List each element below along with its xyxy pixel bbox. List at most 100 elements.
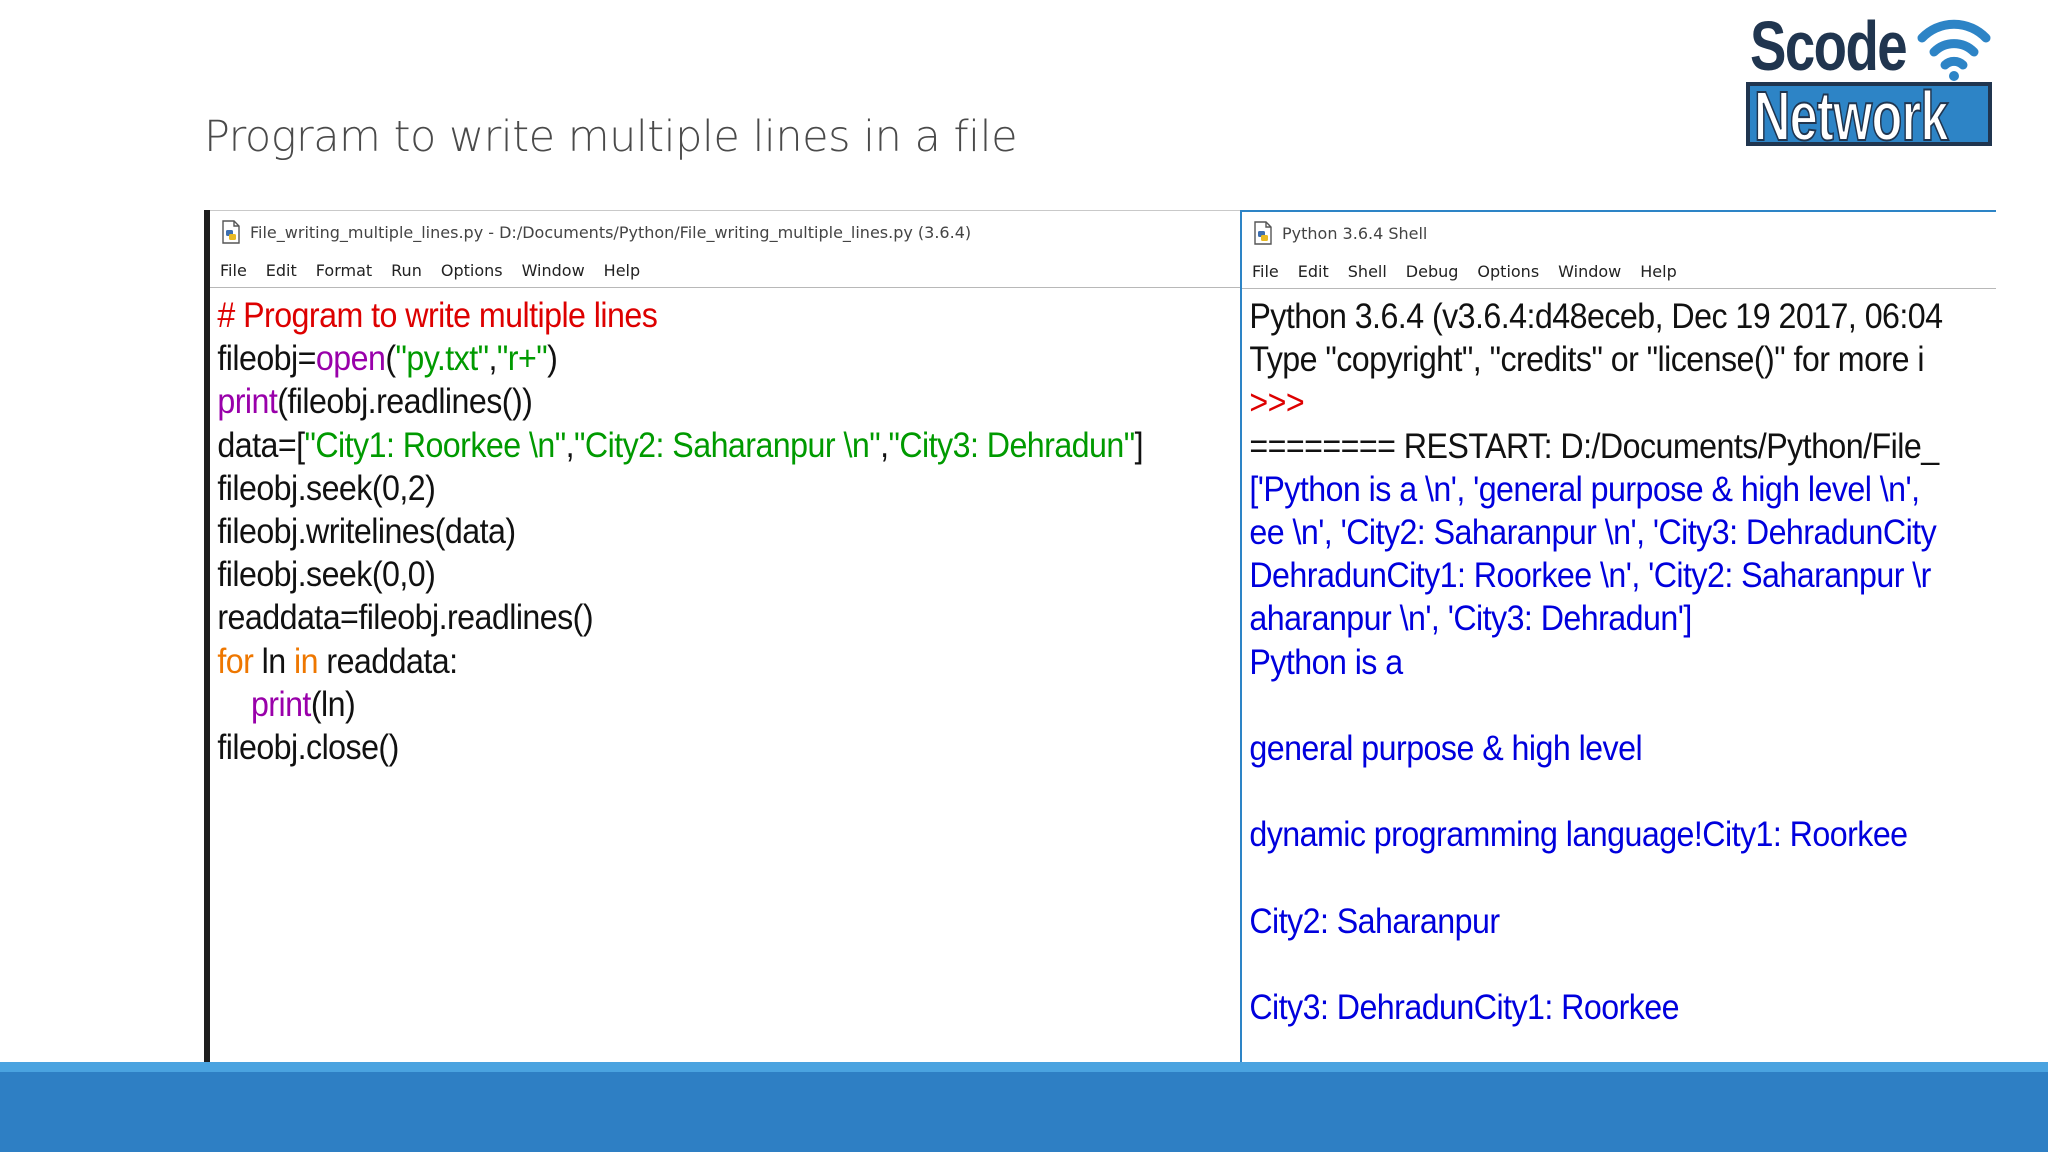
shell-window[interactable]: Python 3.6.4 Shell File Edit Shell Debug Opt…	[1240, 210, 1996, 1062]
shell-line: DehradunCity1: Roorkee \n', 'City2: Saha…	[1249, 554, 1935, 597]
code-line: readdata=fileobj.readlines()	[217, 596, 1159, 639]
code-token: # Program to write multiple lines	[217, 296, 658, 335]
code-token: fileobj=	[217, 339, 316, 379]
shell-line: general purpose & high level	[1249, 727, 1935, 770]
footer-bar	[0, 1072, 2048, 1152]
code-token: Type "copyright", "credits" or "license(…	[1249, 340, 1924, 380]
editor-menu-format[interactable]: Format	[316, 261, 372, 280]
editor-code-area[interactable]: # Program to write multiple lines fileobj…	[210, 288, 1159, 769]
editor-menu-options[interactable]: Options	[441, 261, 503, 280]
code-token: open	[315, 339, 386, 379]
editor-window[interactable]: File_writing_multiple_lines.py - D:/Docu…	[210, 210, 1244, 1062]
code-token: ln	[253, 641, 295, 681]
code-line: print(fileobj.readlines())	[217, 380, 1159, 423]
shell-line: City2: Saharanpur	[1249, 900, 1935, 943]
shell-line: Python is a	[1249, 641, 1935, 684]
code-token: fileobj.seek(0,0)	[217, 555, 436, 595]
code-token: Python 3.6.4 (v3.6.4:d48eceb, Dec 19 201…	[1249, 297, 1943, 336]
code-token: >>>	[1249, 383, 1305, 423]
code-token: data=[	[217, 425, 305, 465]
code-token: ======== RESTART: D:/Documents/Python/Fi…	[1249, 426, 1939, 466]
editor-menu-help[interactable]: Help	[604, 261, 640, 280]
code-token: dynamic programming language!City1: Roor…	[1249, 815, 1908, 855]
editor-menu-window[interactable]: Window	[522, 261, 585, 280]
wifi-icon	[1917, 19, 1991, 81]
shell-menu-shell[interactable]: Shell	[1348, 262, 1387, 281]
code-line: # Program to write multiple lines	[217, 294, 1159, 337]
shell-menu-edit[interactable]: Edit	[1298, 262, 1329, 281]
logo-box: Network	[1746, 79, 1992, 153]
shell-menu-window[interactable]: Window	[1558, 262, 1621, 281]
shell-line: ======== RESTART: D:/Documents/Python/Fi…	[1249, 425, 1939, 468]
shell-output-area[interactable]: Python 3.6.4 (v3.6.4:d48eceb, Dec 19 201…	[1242, 289, 1943, 1029]
code-token: ['Python is a \n', 'general purpose & hi…	[1249, 469, 1920, 509]
logo-text-top: Scode	[1750, 7, 1908, 85]
shell-title: Python 3.6.4 Shell	[1282, 223, 1428, 243]
code-token: readdata=fileobj.readlines()	[217, 598, 594, 638]
python-file-icon	[222, 220, 240, 244]
code-token: aharanpur \n', 'City3: Dehradun']	[1249, 599, 1692, 639]
code-token: ee \n', 'City2: Saharanpur \n', 'City3: …	[1249, 512, 1937, 552]
shell-line: >>>	[1249, 381, 1935, 424]
code-token: "py.txt"	[395, 339, 489, 379]
editor-menu-run[interactable]: Run	[391, 261, 422, 280]
code-token: fileobj.close()	[217, 727, 399, 767]
code-line: fileobj.writelines(data)	[217, 510, 1159, 553]
footer-stripe	[0, 1062, 2048, 1072]
code-token: (	[385, 339, 396, 379]
code-line: fileobj.close()	[217, 726, 1159, 769]
shell-line: City3: DehradunCity1: Roorkee	[1249, 986, 1935, 1029]
shell-menu-debug[interactable]: Debug	[1406, 262, 1459, 281]
shell-line: Type "copyright", "credits" or "license(…	[1249, 338, 1935, 381]
code-line: fileobj.seek(0,0)	[217, 553, 1159, 596]
editor-menubar: File Edit Format Run Options Window Help	[210, 253, 1242, 288]
editor-menu-edit[interactable]: Edit	[266, 261, 297, 280]
shell-menu-options[interactable]: Options	[1477, 262, 1539, 281]
shell-titlebar[interactable]: Python 3.6.4 Shell	[1242, 212, 1996, 254]
code-token: )	[547, 339, 558, 379]
code-token: City3: DehradunCity1: Roorkee	[1249, 988, 1679, 1027]
scode-network-logo: Scode Network	[1746, 7, 1996, 153]
editor-menu-file[interactable]: File	[220, 261, 247, 280]
shell-line: ['Python is a \n', 'general purpose & hi…	[1249, 468, 1935, 511]
code-line: fileobj=open("py.txt","r+")	[217, 337, 1159, 380]
code-token: Python is a	[1249, 642, 1403, 682]
code-line: fileobj.seek(0,2)	[217, 467, 1159, 510]
shell-line: Python 3.6.4 (v3.6.4:d48eceb, Dec 19 201…	[1249, 295, 1943, 338]
code-line: print(ln)	[217, 683, 1159, 726]
code-token: fileobj.writelines(data)	[217, 511, 516, 551]
code-token: in	[294, 641, 319, 681]
code-token: "r+"	[496, 339, 548, 379]
code-token: "City2: Saharanpur \n"	[574, 425, 881, 465]
code-line: for ln in readdata:	[217, 640, 1159, 683]
shell-line: dynamic programming language!City1: Roor…	[1249, 813, 1935, 856]
code-token: (fileobj.readlines())	[277, 382, 533, 422]
idle-screenshot: File_writing_multiple_lines.py - D:/Docu…	[204, 210, 1996, 1062]
code-token: ,	[565, 425, 575, 465]
shell-menubar: File Edit Shell Debug Options Window Help	[1242, 254, 1996, 289]
code-token: readdata:	[317, 641, 458, 681]
code-token: ,	[488, 339, 498, 379]
logo-text-bottom: Network	[1753, 77, 1949, 155]
code-token: City2: Saharanpur	[1249, 901, 1500, 941]
code-token: ]	[1134, 425, 1144, 465]
shell-menu-file[interactable]: File	[1252, 262, 1279, 281]
code-token: general purpose & high level	[1249, 728, 1643, 768]
shell-line: ee \n', 'City2: Saharanpur \n', 'City3: …	[1249, 511, 1937, 554]
code-token: (ln)	[310, 684, 356, 724]
code-token: "City3: Dehradun"	[888, 425, 1135, 465]
code-token: fileobj.seek(0,2)	[217, 468, 436, 508]
code-line: data=["City1: Roorkee \n","City2: Sahara…	[217, 424, 1159, 467]
code-token: print	[250, 684, 311, 724]
slide-title: Program to write multiple lines in a fil…	[204, 112, 1018, 162]
shell-menu-help[interactable]: Help	[1640, 262, 1676, 281]
editor-titlebar[interactable]: File_writing_multiple_lines.py - D:/Docu…	[210, 211, 1242, 253]
shell-line: aharanpur \n', 'City3: Dehradun']	[1249, 597, 1935, 640]
code-token: "City1: Roorkee \n"	[304, 425, 566, 465]
code-token: DehradunCity1: Roorkee \n', 'City2: Saha…	[1249, 556, 1931, 596]
